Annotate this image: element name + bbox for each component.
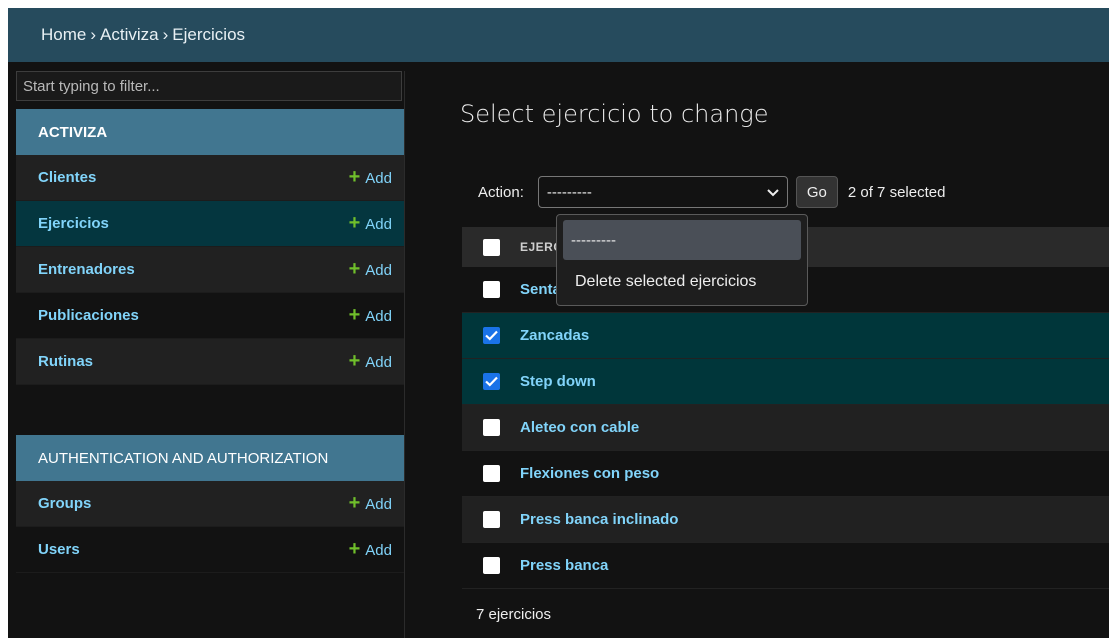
row-link[interactable]: Zancadas [520, 327, 589, 344]
breadcrumb: Home › Activiza › Ejercicios [8, 25, 245, 45]
sidebar-item-label[interactable]: Users [38, 541, 80, 558]
sidebar-item-label[interactable]: Ejercicios [38, 215, 109, 232]
sidebar-filter-input[interactable]: Start typing to filter... [16, 71, 402, 101]
dropdown-option-blank[interactable]: --------- [563, 220, 801, 260]
breadcrumb-app[interactable]: Activiza [100, 25, 159, 44]
page-title: Select ejercicio to change [460, 100, 769, 128]
sidebar: Start typing to filter... ACTIVIZA Clien… [16, 71, 405, 638]
checkmark-icon [484, 330, 498, 341]
select-all-cell [462, 238, 520, 256]
row-checkbox[interactable] [482, 465, 500, 482]
row-checkbox[interactable] [482, 327, 500, 344]
table-row[interactable]: Press banca [462, 543, 1109, 589]
row-checkbox-cell [462, 511, 520, 528]
row-checkbox-cell [462, 419, 520, 436]
chevron-down-icon [767, 184, 779, 201]
row-checkbox-cell [462, 281, 520, 298]
checkmark-icon [484, 376, 498, 387]
sidebar-item-ejercicios[interactable]: Ejercicios + Add [16, 201, 404, 247]
add-link[interactable]: + Add [349, 304, 392, 327]
sidebar-item-label[interactable]: Publicaciones [38, 307, 139, 324]
sidebar-item-publicaciones[interactable]: Publicaciones + Add [16, 293, 404, 339]
breadcrumb-home[interactable]: Home [41, 25, 86, 44]
actions-bar: Action: --------- Go 2 of 7 selected [460, 175, 945, 209]
add-link[interactable]: + Add [349, 492, 392, 515]
plus-icon: + [348, 492, 361, 514]
row-link[interactable]: Flexiones con peso [520, 465, 659, 482]
action-select[interactable]: --------- [537, 176, 788, 208]
row-checkbox-cell [462, 465, 520, 482]
row-link[interactable]: Step down [520, 373, 596, 390]
action-dropdown-menu: --------- Delete selected ejercicios [556, 214, 808, 306]
row-link[interactable]: Press banca inclinado [520, 511, 678, 528]
row-checkbox[interactable] [482, 419, 500, 436]
go-button[interactable]: Go [795, 176, 838, 208]
table-row[interactable]: Press banca inclinado [462, 497, 1109, 543]
add-link[interactable]: + Add [349, 538, 392, 561]
paginator: 7 ejercicios [476, 605, 552, 623]
selection-counter: 2 of 7 selected [847, 183, 946, 201]
row-checkbox[interactable] [482, 281, 500, 298]
plus-icon: + [348, 350, 361, 372]
row-checkbox-cell [462, 557, 520, 574]
row-link[interactable]: Press banca [520, 557, 608, 574]
action-label: Action: [478, 183, 524, 201]
add-link[interactable]: + Add [349, 166, 392, 189]
row-checkbox-cell [462, 327, 520, 344]
sidebar-item-label[interactable]: Entrenadores [38, 261, 135, 278]
sidebar-item-label[interactable]: Rutinas [38, 353, 93, 370]
sidebar-item-rutinas[interactable]: Rutinas + Add [16, 339, 404, 385]
table-row[interactable]: Flexiones con peso [462, 451, 1109, 497]
plus-icon: + [348, 258, 361, 280]
plus-icon: + [348, 304, 361, 326]
sidebar-item-entrenadores[interactable]: Entrenadores + Add [16, 247, 404, 293]
add-link[interactable]: + Add [349, 258, 392, 281]
plus-icon: + [348, 212, 361, 234]
breadcrumb-separator: › [90, 25, 97, 44]
row-checkbox[interactable] [482, 511, 500, 528]
plus-icon: + [348, 538, 361, 560]
breadcrumb-separator: › [162, 25, 169, 44]
table-row[interactable]: Aleteo con cable [462, 405, 1109, 451]
select-all-checkbox[interactable] [482, 238, 500, 256]
sidebar-item-groups[interactable]: Groups + Add [16, 481, 404, 527]
row-checkbox[interactable] [482, 373, 500, 390]
row-checkbox-cell [462, 373, 520, 390]
row-checkbox[interactable] [482, 557, 500, 574]
add-link[interactable]: + Add [349, 350, 392, 373]
table-row[interactable]: Zancadas [462, 313, 1109, 359]
content-area: Select ejercicio to change Action: -----… [404, 62, 1109, 638]
plus-icon: + [348, 166, 361, 188]
table-row[interactable]: Step down [462, 359, 1109, 405]
admin-app: Home › Activiza › Ejercicios Start typing to… [8, 8, 1109, 638]
action-select-value: --------- [546, 183, 592, 201]
module-header-auth[interactable]: AUTHENTICATION AND AUTHORIZATION [16, 435, 404, 481]
dropdown-option-delete-selected[interactable]: Delete selected ejercicios [575, 273, 756, 291]
row-link[interactable]: Aleteo con cable [520, 419, 639, 436]
add-link[interactable]: + Add [349, 212, 392, 235]
sidebar-item-label[interactable]: Clientes [38, 169, 96, 186]
sidebar-item-users[interactable]: Users + Add [16, 527, 404, 573]
sidebar-item-clientes[interactable]: Clientes + Add [16, 155, 404, 201]
breadcrumb-current: Ejercicios [172, 25, 246, 44]
sidebar-item-label[interactable]: Groups [38, 495, 91, 512]
breadcrumb-bar: Home › Activiza › Ejercicios [8, 8, 1109, 62]
module-header-activiza[interactable]: ACTIVIZA [16, 109, 404, 155]
